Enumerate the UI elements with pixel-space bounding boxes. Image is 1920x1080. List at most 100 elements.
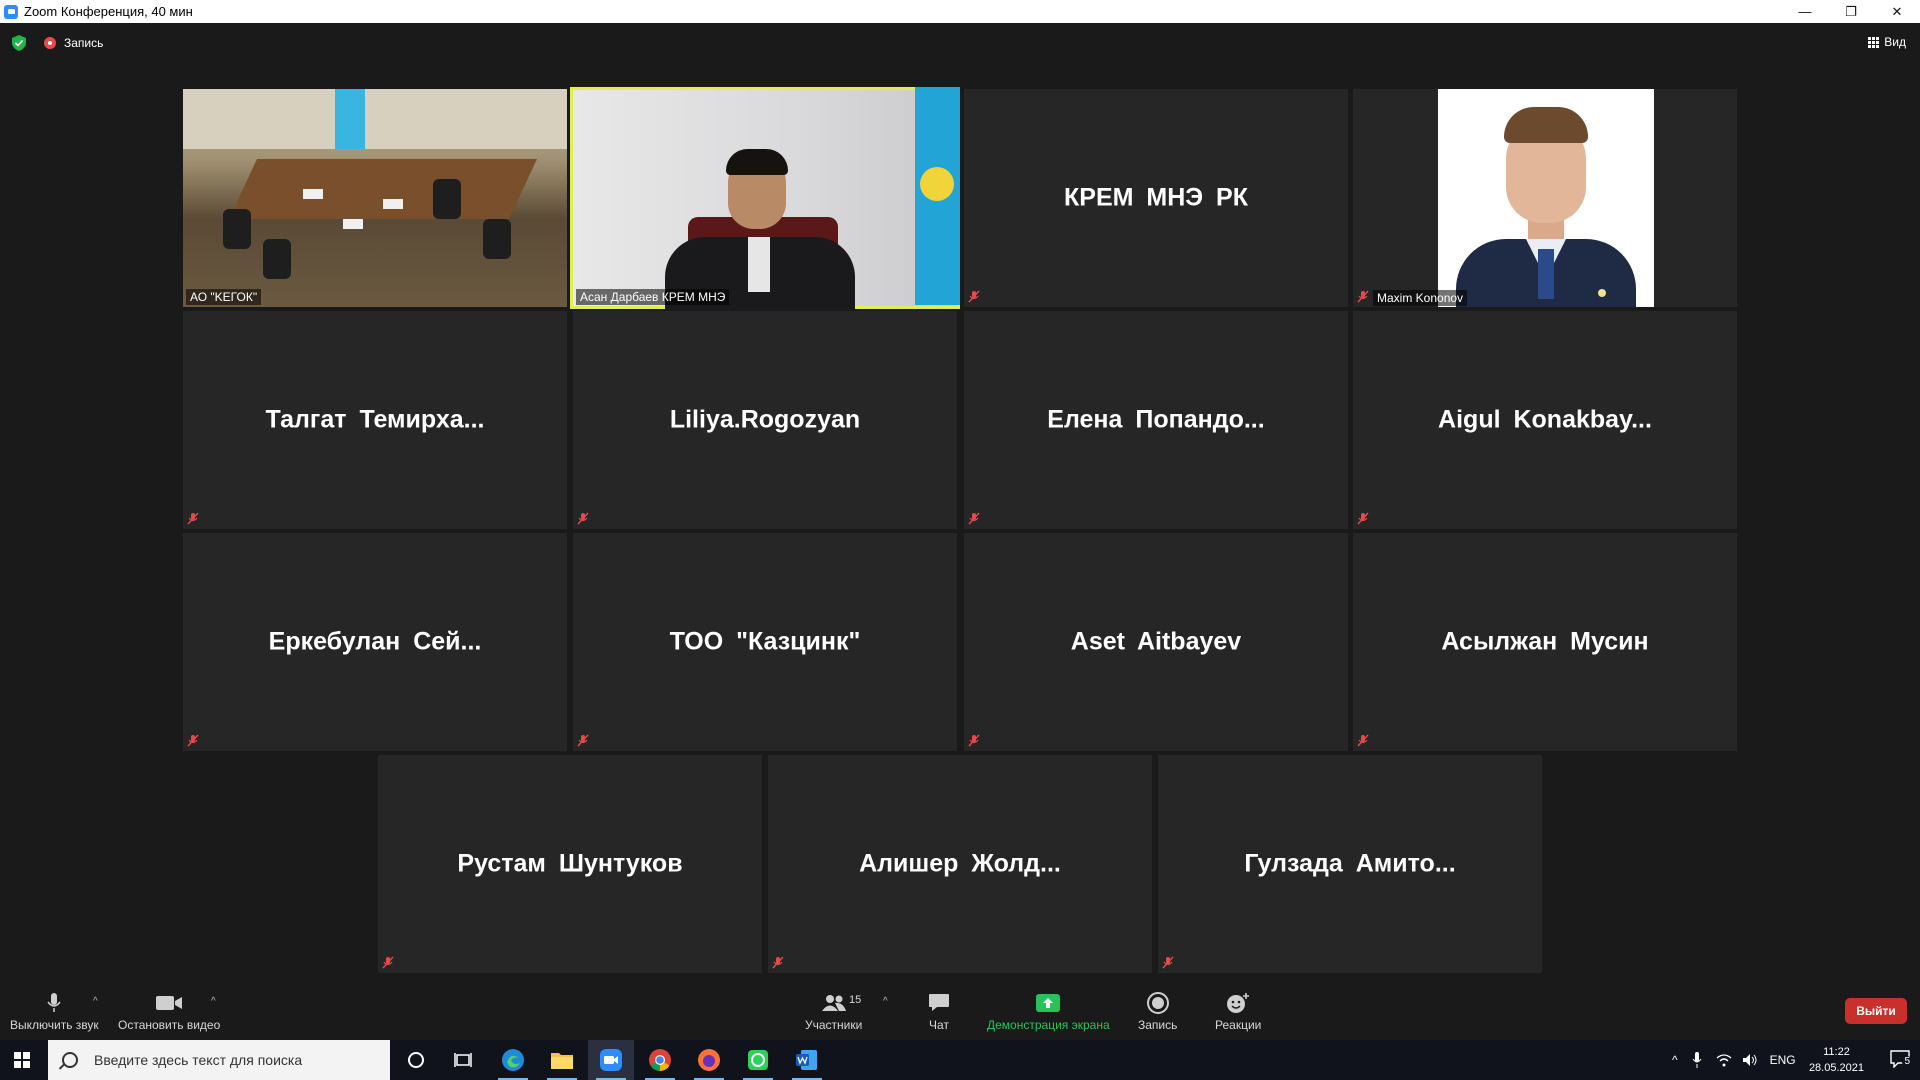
task-view-icon[interactable] [440,1040,486,1080]
window-controls: — ❐ ✕ [1782,0,1920,23]
participant-label: АО "KEГОК" [186,289,262,305]
taskbar-search-box[interactable]: Введите здесь текст для поиска [48,1040,390,1080]
speaker-icon[interactable] [1742,1053,1758,1067]
participant-tile[interactable]: Гулзада Амито... [1158,755,1542,973]
grid-view-icon [1868,36,1880,48]
record-icon [1146,992,1169,1014]
word-icon[interactable] [784,1040,830,1080]
participant-name: Елена Попандо... [1047,405,1265,434]
stop-video-label: Остановить видео [118,1018,221,1032]
participant-tile[interactable]: Асылжан Мусин [1353,533,1737,751]
participant-photo [1438,89,1654,307]
chat-label: Чат [929,1018,949,1032]
participant-tile[interactable]: ТОО "Казцинк" [573,533,957,751]
chat-icon [929,994,949,1011]
file-explorer-icon[interactable] [539,1040,585,1080]
recording-label: Запись [64,36,104,50]
window-title: Zoom Конференция, 40 мин [24,4,193,19]
taskbar-clock[interactable]: 11:22 28.05.2021 [1809,1044,1864,1076]
whatsapp-icon[interactable] [735,1040,781,1080]
notification-center-icon[interactable]: 5 [1890,1050,1912,1069]
video-tile-maxim-kononov[interactable]: Maxim Kononov [1353,89,1737,307]
record-button[interactable]: Запись [1138,992,1177,1032]
participants-label: Участники [805,1018,863,1032]
participant-tile[interactable]: Елена Попандо... [964,311,1348,529]
edge-icon[interactable] [490,1040,536,1080]
participant-label: Maxim Kononov [1373,290,1468,306]
muted-mic-icon [577,512,589,525]
muted-mic-icon [1162,956,1174,969]
tray-microphone-icon[interactable] [1692,1052,1702,1068]
search-placeholder: Введите здесь текст для поиска [94,1052,303,1068]
record-label: Запись [1138,1018,1178,1032]
reactions-icon [1227,993,1250,1013]
participant-name: Рустам Шунтуков [457,849,683,878]
minimize-button[interactable]: — [1782,0,1828,23]
windows-taskbar: Введите здесь текст для поиска ^ ENG 11:… [0,1040,1920,1080]
participants-caret-icon[interactable]: ^ [883,996,888,1007]
video-options-caret-icon[interactable]: ^ [211,996,216,1007]
audio-options-caret-icon[interactable]: ^ [93,996,98,1007]
firefox-icon[interactable] [686,1040,732,1080]
shield-icon[interactable] [12,35,26,51]
tray-overflow-chevron-icon[interactable]: ^ [1672,1053,1678,1067]
recording-indicator[interactable]: Запись [44,36,103,50]
muted-mic-icon [772,956,784,969]
muted-mic-icon [187,512,199,525]
participant-name: Асылжан Мусин [1441,627,1649,656]
participant-tile[interactable]: Талгат Темирха... [183,311,567,529]
muted-mic-icon [1357,290,1369,303]
participant-tile[interactable]: Aigul Konakbay... [1353,311,1737,529]
video-camera-icon [156,996,183,1010]
stop-video-button[interactable]: Остановить видео [118,992,220,1032]
cortana-icon[interactable] [393,1040,439,1080]
flag-icon [335,89,365,149]
participant-name: Алишер Жолд... [859,849,1061,878]
participant-tile[interactable]: Liliya.Rogozyan [573,311,957,529]
participant-name: Aset Aitbayev [1070,627,1242,656]
mute-label: Выключить звук [10,1018,99,1032]
video-tile-kegoc[interactable]: АО "KEГОК" [183,89,567,307]
participant-tile[interactable]: Алишер Жолд... [768,755,1152,973]
view-label: Вид [1884,35,1906,49]
participants-icon [821,995,846,1011]
participant-name: ТОО "Казцинк" [669,627,861,656]
muted-mic-icon [968,734,980,747]
close-button[interactable]: ✕ [1874,0,1920,23]
muted-mic-icon [1357,734,1369,747]
system-tray: ^ ENG [1672,1040,1796,1080]
muted-mic-icon [968,290,980,303]
muted-mic-icon [382,956,394,969]
meeting-toolbar: Выключить звук ^ Остановить видео ^ Учас… [0,982,1920,1037]
view-button[interactable]: Вид [1868,35,1906,49]
chat-button[interactable]: Чат [928,992,950,1032]
wifi-icon[interactable] [1716,1053,1732,1067]
participants-count: 15 [849,994,862,1006]
clock-date: 28.05.2021 [1808,1062,1864,1074]
participant-name: Талгат Темирха... [265,405,485,434]
restore-button[interactable]: ❐ [1828,0,1874,23]
zoom-app-icon [4,4,18,19]
zoom-taskbar-icon[interactable] [588,1040,634,1080]
windows-start-icon[interactable] [14,1052,30,1068]
participant-tile[interactable]: Еркебулан Сей... [183,533,567,751]
leave-meeting-button[interactable]: Выйти [1845,998,1907,1024]
participant-tile[interactable]: Рустам Шунтуков [378,755,762,973]
notification-count: 5 [1902,1056,1912,1067]
participant-tile[interactable]: Aset Aitbayev [964,533,1348,751]
participant-tile[interactable]: КРЕМ МНЭ РК [964,89,1348,307]
record-dot-icon [44,37,56,49]
microphone-icon [47,993,61,1012]
chrome-icon[interactable] [637,1040,683,1080]
share-screen-button[interactable]: Демонстрация экрана [987,992,1110,1032]
conference-table [229,159,537,219]
muted-mic-icon [1357,512,1369,525]
video-tile-active-speaker[interactable]: Асан Дарбаев КРЕМ МНЭ [570,87,960,309]
participant-name: Гулзада Амито... [1244,849,1456,878]
language-indicator[interactable]: ENG [1770,1053,1796,1067]
reactions-button[interactable]: Реакции [1215,992,1261,1032]
participant-name: Еркебулан Сей... [268,627,482,656]
participant-name: Liliya.Rogozyan [669,405,861,434]
window-title-bar: Zoom Конференция, 40 мин — ❐ ✕ [0,0,1920,23]
mute-button[interactable]: Выключить звук [10,992,99,1032]
